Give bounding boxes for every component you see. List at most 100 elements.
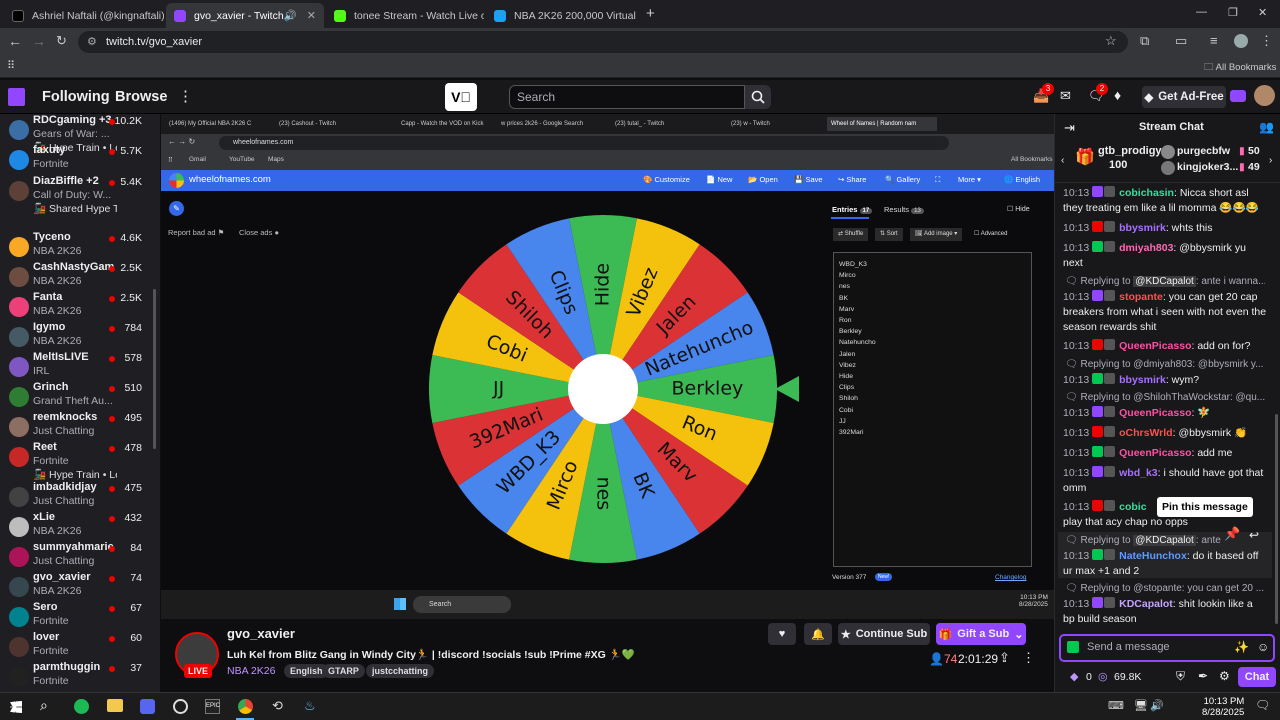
sidebar-channel[interactable]: Reet Fortnite 478 🚂 Hype Train • Level 1 bbox=[0, 441, 160, 481]
bookmark-star-icon[interactable]: ☆ bbox=[1105, 33, 1117, 49]
obs-icon[interactable] bbox=[173, 699, 188, 714]
browser-tab[interactable]: tonee Stream - Watch Live on K✕ bbox=[326, 3, 484, 28]
extension-logo-icon[interactable]: V⃣ bbox=[445, 83, 477, 111]
close-tab-icon[interactable]: ✕ bbox=[301, 9, 316, 22]
network-icon[interactable]: 🖥 bbox=[1134, 699, 1148, 712]
chat-username[interactable]: cobichasin bbox=[1119, 187, 1174, 199]
sidebar-channel[interactable]: Sero Fortnite 67 bbox=[0, 601, 160, 631]
chat-message[interactable]: 10:13 cobic bbox=[1063, 500, 1153, 515]
sidepanel-icon[interactable]: ▭ bbox=[1175, 33, 1187, 49]
tag-gtarp[interactable]: GTARP bbox=[322, 664, 365, 678]
chat-username[interactable]: dmiyah803 bbox=[1119, 242, 1173, 254]
channel-points-icon[interactable]: ◎ bbox=[1098, 670, 1108, 683]
clock[interactable]: 10:13 PM 8/28/2025 bbox=[1202, 696, 1244, 718]
collapse-chat-icon[interactable]: ⇥ bbox=[1064, 120, 1075, 136]
close-window-icon[interactable]: ✕ bbox=[1258, 6, 1267, 19]
chat-username[interactable]: QueenPicasso bbox=[1119, 340, 1191, 352]
chat-scrollbar[interactable] bbox=[1275, 414, 1278, 624]
sidebar-channel[interactable]: DiazBiffle +2 Call of Duty: W... 5.4K 🚂 Sha… bbox=[0, 175, 160, 215]
sparkle-icon[interactable]: ✨ bbox=[1234, 640, 1249, 654]
sidebar-channel[interactable]: RDCgaming +3 Gears of War: ... 10.2K 🚂 Hype… bbox=[0, 114, 160, 154]
continue-sub-button[interactable]: ★ Continue Sub bbox=[838, 623, 930, 645]
chat-username[interactable]: QueenPicasso bbox=[1119, 447, 1191, 459]
browser-tab-active[interactable]: gvo_xavier - Twitch 🔊 ✕ bbox=[166, 3, 324, 28]
chat-message[interactable]: 10:13 bbysmirk: wym? bbox=[1063, 373, 1267, 388]
minimize-icon[interactable]: — bbox=[1196, 6, 1207, 18]
share-icon[interactable]: ⇪ bbox=[999, 650, 1010, 666]
taskbar-search-icon[interactable]: ⌕ bbox=[40, 697, 48, 714]
sidebar-channel[interactable]: summyahmarie Just Chatting 84 bbox=[0, 541, 160, 571]
reload-icon[interactable]: ↻ bbox=[56, 33, 67, 49]
chat-username[interactable]: NateHunchox bbox=[1119, 550, 1187, 562]
chat-message[interactable]: 10:13 NateHunchox: do it based off ur ma… bbox=[1063, 549, 1267, 579]
user-avatar[interactable] bbox=[1254, 85, 1275, 106]
chat-username[interactable]: QueenPicasso bbox=[1119, 407, 1191, 419]
back-icon[interactable]: ← bbox=[8, 33, 22, 49]
file-explorer-icon[interactable] bbox=[107, 699, 123, 712]
settings-icon[interactable]: ⚙ bbox=[1219, 669, 1230, 683]
speaker-icon[interactable]: 🔊 bbox=[284, 9, 297, 22]
sidebar-channel[interactable]: Igymo NBA 2K26 784 bbox=[0, 321, 160, 351]
sidebar-channel[interactable]: imbadkidjay Just Chatting 475 bbox=[0, 481, 160, 511]
reply-context[interactable]: 🗨 Replying to @KDCapalot: ante i wanna..… bbox=[1065, 276, 1265, 287]
stream-category[interactable]: NBA 2K26 bbox=[227, 665, 275, 677]
stream-video[interactable]: (1496) My Official NBA 2K26 C (23) Cashou… bbox=[161, 114, 1054, 619]
chat-message[interactable]: 10:13 QueenPicasso: 🧚 bbox=[1063, 406, 1267, 421]
chat-input[interactable]: Send a message ✨ ☺ bbox=[1059, 634, 1275, 662]
profile-avatar[interactable] bbox=[1234, 34, 1248, 48]
pin-icon[interactable]: 📌 bbox=[1224, 526, 1240, 542]
chat-username[interactable]: oChrsWrld bbox=[1119, 427, 1172, 439]
sidebar-channel[interactable]: faxuty Fortnite 5.7K bbox=[0, 144, 160, 174]
chat-users-icon[interactable]: 👥 bbox=[1259, 120, 1274, 134]
chat-message[interactable]: 10:13 stopante: you can get 20 cap break… bbox=[1063, 290, 1267, 335]
nav-following[interactable]: Following bbox=[42, 89, 110, 105]
sidebar-channel[interactable]: CashNastyGam... NBA 2K26 2.5K bbox=[0, 261, 160, 291]
channel-name[interactable]: gvo_xavier bbox=[227, 626, 295, 641]
chat-message[interactable]: 10:13 QueenPicasso: add on for? bbox=[1063, 339, 1267, 354]
chat-username[interactable]: bbysmirk bbox=[1119, 222, 1166, 234]
whispers-icon[interactable]: ✉ bbox=[1060, 88, 1071, 104]
chrome-icon[interactable] bbox=[238, 699, 253, 714]
sidebar-channel[interactable]: MeltIsLIVE IRL 578 bbox=[0, 351, 160, 381]
chat-username[interactable]: wbd_k3 bbox=[1119, 467, 1158, 479]
sidebar-channel[interactable]: xLie NBA 2K26 432 bbox=[0, 511, 160, 541]
sidebar-scrollbar[interactable] bbox=[153, 289, 156, 449]
spotify-icon[interactable] bbox=[74, 699, 89, 714]
reply-context[interactable]: 🗨 Replying to @stopante: you can get 20 … bbox=[1065, 583, 1265, 594]
restore-icon[interactable]: ❐ bbox=[1228, 6, 1238, 19]
windows-start-icon[interactable] bbox=[10, 701, 22, 713]
chat-username[interactable]: bbysmirk bbox=[1119, 374, 1166, 386]
volume-icon[interactable]: 🔊 bbox=[1150, 699, 1164, 712]
all-bookmarks[interactable]: 🗀 All Bookmarks bbox=[1204, 60, 1276, 76]
notification-bell-button[interactable]: 🔔 bbox=[804, 623, 832, 645]
wand-icon[interactable]: ✒ bbox=[1198, 669, 1208, 683]
gift-sub-button[interactable]: 🎁 Gift a Sub ⌄ bbox=[936, 623, 1026, 645]
prev-icon[interactable]: ‹ bbox=[1061, 155, 1064, 166]
search-button[interactable] bbox=[745, 85, 771, 109]
keyboard-icon[interactable]: ⌨ bbox=[1108, 699, 1124, 712]
sidebar-channel[interactable]: Grinch Grand Theft Au... 510 bbox=[0, 381, 160, 411]
sidebar-channel[interactable]: lover Fortnite 60 bbox=[0, 631, 160, 661]
chat-message[interactable]: 10:13 cobichasin: Nicca short asl they t… bbox=[1063, 186, 1267, 216]
browser-tab[interactable]: NBA 2K26 200,000 Virtual Curre✕ bbox=[486, 3, 636, 28]
chat-message[interactable]: 10:13 bbysmirk: whts this bbox=[1063, 221, 1267, 236]
more-icon[interactable]: ⋮ bbox=[178, 87, 193, 105]
chat-message[interactable]: 10:13 wbd_k3: i should have got that omm bbox=[1063, 466, 1267, 496]
more-options-icon[interactable]: ⋮ bbox=[1022, 650, 1035, 666]
reply-icon[interactable]: ↩ bbox=[1249, 528, 1259, 542]
steam-icon[interactable]: ♨ bbox=[304, 698, 316, 714]
shield-icon[interactable]: ⛨ bbox=[1176, 669, 1185, 684]
sidebar-channel[interactable]: Tyceno NBA 2K26 4.6K bbox=[0, 231, 160, 261]
media-icon[interactable]: ≡ bbox=[1210, 33, 1218, 48]
chat-message[interactable]: 10:13 oChrsWrld: @bbysmirk 👏 bbox=[1063, 426, 1267, 441]
follow-heart-button[interactable]: ♥ bbox=[768, 623, 796, 645]
chat-message[interactable]: 10:13 dmiyah803: @bbysmirk yu next bbox=[1063, 241, 1267, 271]
get-ad-free-button[interactable]: ◆ Get Ad-Free bbox=[1142, 86, 1226, 108]
chat-username[interactable]: cobic bbox=[1119, 501, 1146, 513]
twitch-logo-icon[interactable] bbox=[8, 88, 25, 106]
sidebar-channel[interactable]: gvo_xavier NBA 2K26 74 bbox=[0, 571, 160, 601]
menu-icon[interactable]: ⋮ bbox=[1260, 33, 1273, 49]
reply-context[interactable]: 🗨 Replying to @ShilohThaWockstar: @qu... bbox=[1065, 392, 1265, 403]
forward-icon[interactable]: → bbox=[32, 33, 46, 49]
sidebar-channel[interactable]: Fanta NBA 2K26 2.5K bbox=[0, 291, 160, 321]
